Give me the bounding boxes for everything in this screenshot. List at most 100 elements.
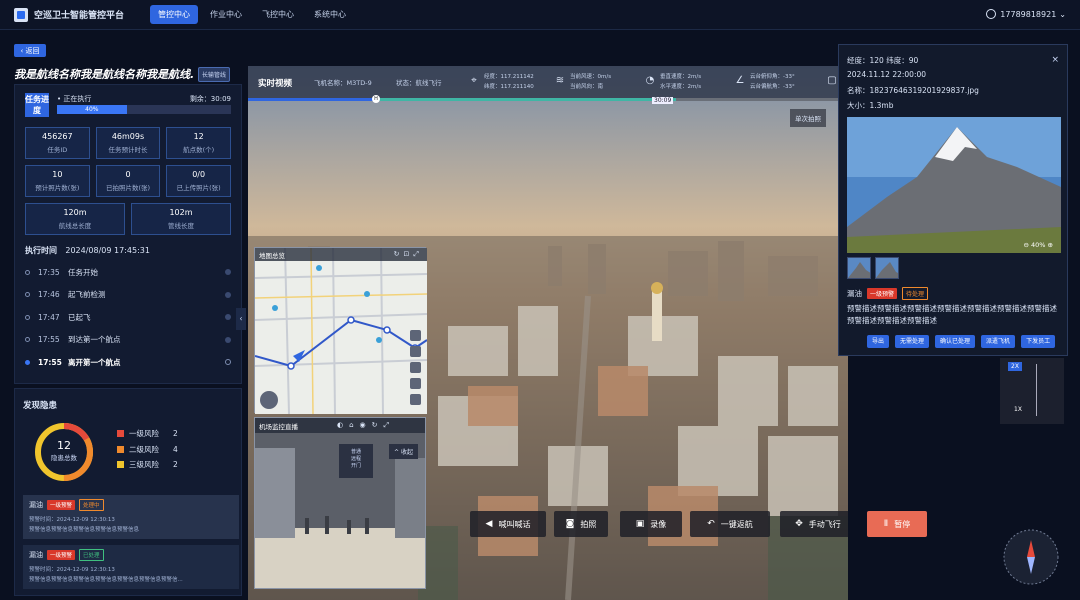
return-icon: ↶	[707, 519, 715, 529]
back-button[interactable]: ‹ 返回	[14, 44, 46, 57]
flight-timeline[interactable]	[248, 98, 848, 101]
assign-staff-button[interactable]: 下发员工	[1021, 335, 1056, 348]
nav-work-center[interactable]: 作业中心	[202, 5, 250, 24]
map-locate-icon[interactable]	[410, 346, 421, 357]
record-button[interactable]: ▣ 录像	[620, 511, 682, 537]
photo-thumbnail[interactable]	[847, 257, 871, 279]
return-home-button[interactable]: ↶ 一键返航	[690, 511, 770, 537]
app-name: 空巡卫士智能管控平台	[34, 11, 125, 21]
flight-status: 状态：航线飞行	[396, 79, 442, 87]
confirm-handled-button[interactable]: 确认已处理	[935, 335, 976, 348]
map-zoom-in-icon[interactable]	[410, 362, 421, 373]
stat-pipe-length: 102m 管线长度	[131, 203, 231, 235]
camera-mode-popup[interactable]: 普通 远程 开门	[339, 444, 373, 478]
stat-duration: 46m09s 任务预计时长	[95, 127, 161, 159]
fold-button[interactable]: ^ 收起	[389, 444, 418, 459]
video-hud: 实时视频 飞机名称：M3TD-9 状态：航线飞行 ⌖ 经度：117.211142…	[248, 66, 848, 98]
camera-icon: ◙	[565, 519, 575, 529]
dispatch-drone-button[interactable]: 派遣飞机	[981, 335, 1016, 348]
progress-label: 任务进度	[25, 93, 49, 117]
photo-thumbnail[interactable]	[875, 257, 899, 279]
map-canvas[interactable]	[255, 248, 427, 414]
no-action-button[interactable]: 无需处理	[895, 335, 930, 348]
compass-icon	[1003, 529, 1059, 585]
level-badge: 一级预警	[47, 550, 76, 560]
task-status: • 正在执行	[57, 95, 92, 103]
stat-waypoints: 12 航点数(个)	[166, 127, 231, 159]
dot-icon	[25, 337, 30, 343]
timeline-item-current: 17:55 离开第一个航点	[25, 351, 231, 374]
map-zoom-out-icon[interactable]	[410, 378, 421, 389]
live-video-area: 实时视频 飞机名称：M3TD-9 状态：航线飞行 ⌖ 经度：117.211142…	[248, 66, 848, 600]
exec-timeline: 17:35 任务开始 17:46 起飞前检测 17:47 已起飞 17:55 到达第一个…	[25, 261, 231, 374]
timeline-knob[interactable]: H	[372, 95, 380, 103]
manual-flight-button[interactable]: ✥ 手动飞行	[780, 511, 848, 537]
video-title: 实时视频	[258, 79, 293, 89]
single-shot-button[interactable]: 单次拍照	[790, 109, 826, 127]
hazard-total-label: 隐患总数	[51, 454, 77, 462]
hazard-total: 12	[57, 439, 71, 452]
timeline-item: 17:55 到达第一个航点	[25, 329, 231, 352]
stat-route-length: 120m 航线总长度	[25, 203, 125, 235]
status-badge: 待处理	[902, 287, 929, 300]
check-icon	[225, 336, 231, 343]
wind-info: 当前风速：0m/s 当前风向：南	[570, 74, 612, 90]
level-badge: 一级预警	[47, 500, 76, 510]
main-nav: 管控中心 作业中心 飞控中心 系统中心	[150, 5, 358, 24]
camera-tool-icons[interactable]: ◐⌂◉↻⤢	[337, 421, 395, 430]
legend-level-1: 一级风险 2	[117, 427, 178, 440]
logo-icon	[14, 7, 28, 22]
plane-name: 飞机名称：M3TD-9	[314, 79, 372, 87]
hazard-panel: 发现隐患 12 隐患总数 一级风险 2 二级风险 4 三级风险 2 漏油 一级预警 处理中 …	[14, 388, 242, 596]
map-header: 地图总览 ↻⊡⤢	[255, 248, 427, 261]
hazard-card[interactable]: 漏油 一级预警 处理中 预警时间：2024-12-09 12:30:13 预警信息预…	[23, 495, 239, 539]
export-button[interactable]: 导出	[867, 335, 890, 348]
dot-icon	[25, 269, 30, 275]
stat-taken-photos: 0 已拍照片数(张)	[95, 165, 161, 197]
photo-warning-row: 漏油 一级预警 待处理	[847, 287, 929, 300]
nav-system-center[interactable]: 系统中心	[306, 5, 354, 24]
app-logo: 空巡卫士智能管控平台	[14, 7, 144, 22]
stat-est-photos: 10 预计照片数(张)	[25, 165, 90, 197]
megaphone-button[interactable]: ◀ 喊叫喊话	[470, 511, 546, 537]
dot-icon	[25, 292, 30, 298]
crosshair-icon: ⌖	[471, 75, 477, 86]
nav-control-center[interactable]: 管控中心	[150, 5, 198, 24]
loading-icon	[225, 359, 231, 365]
zoom-scale[interactable]: 2X 1X	[1000, 358, 1064, 424]
speed-info: 垂直速度：2m/s 水平速度：2m/s	[660, 74, 702, 90]
legend-level-2: 二级风险 4	[117, 443, 178, 456]
user-phone: 17789818921	[1000, 9, 1057, 19]
hazard-card[interactable]: 漏油 一级预警 已处理 预警时间：2024-12-09 12:30:13 预警信息预…	[23, 545, 239, 589]
check-icon	[225, 314, 231, 320]
status-badge: 处理中	[79, 499, 104, 511]
chevron-down-icon: ⌄	[1059, 9, 1066, 19]
speaker-icon: ◀	[485, 519, 493, 529]
remaining-time: 剩余：30:09	[189, 95, 231, 103]
speedometer-icon: ◔	[645, 75, 655, 86]
level-badge: 一级预警	[867, 288, 898, 299]
route-type-tag: 长输管线	[198, 66, 231, 82]
map-measure-icon[interactable]	[410, 394, 421, 405]
photo-button[interactable]: ◙ 拍照	[554, 511, 608, 537]
map-tool-icons[interactable]: ↻⊡⤢	[394, 250, 423, 259]
task-panel: 任务进度 • 正在执行 剩余：30:09 40% 456267 任务ID 46m0…	[14, 84, 242, 384]
exec-time: 执行时间 2024/08/09 17:45:31	[25, 246, 150, 255]
map-layer-icon[interactable]	[410, 330, 421, 341]
task-stats: 456267 任务ID 46m09s 任务预计时长 12 航点数(个) 10 预计照片数…	[25, 127, 231, 235]
close-icon[interactable]: ×	[1051, 55, 1059, 65]
photo-preview[interactable]	[847, 117, 1061, 253]
collapse-panel-button[interactable]: ‹	[236, 308, 246, 330]
user-menu[interactable]: 17789818921 ⌄	[986, 9, 1066, 19]
timeline-item: 17:46 起飞前检测	[25, 284, 231, 307]
progress-bar: 40%	[57, 105, 231, 114]
photo-name: 名称：1823764631920​1929837.jpg	[847, 86, 979, 95]
nav-flight-center[interactable]: 飞控中心	[254, 5, 302, 24]
photo-zoom[interactable]: ⊖ 40% ⊕	[1024, 241, 1053, 249]
top-bar: 空巡卫士智能管控平台 管控中心 作业中心 飞控中心 系统中心 177898189…	[0, 0, 1080, 30]
pause-button[interactable]: Ⅱ 暂停	[867, 511, 927, 537]
app-root: 空巡卫士智能管控平台 管控中心 作业中心 飞控中心 系统中心 177898189…	[0, 0, 1080, 600]
hazard-legend: 一级风险 2 二级风险 4 三级风险 2	[117, 427, 178, 474]
photo-size: 大小：1.3mb	[847, 101, 894, 110]
fullscreen-icon[interactable]: ▢	[826, 75, 838, 87]
